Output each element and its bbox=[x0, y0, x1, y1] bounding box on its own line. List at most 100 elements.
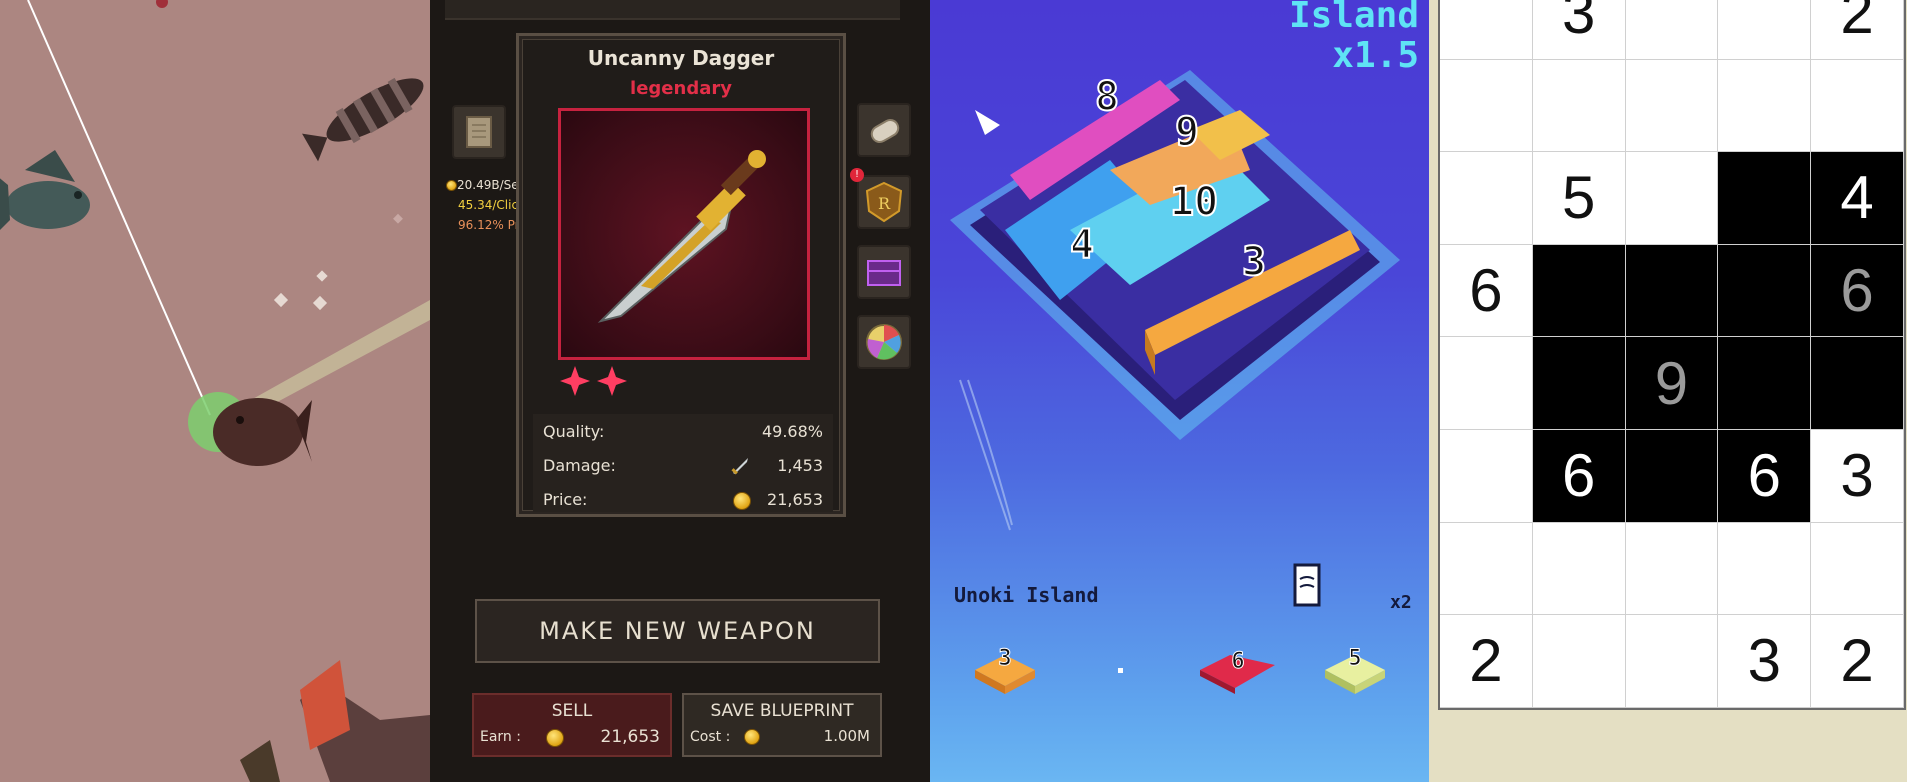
wheel-button[interactable] bbox=[857, 315, 911, 369]
save-cost-amount: 1.00M bbox=[823, 727, 870, 745]
ticket-count: x2 bbox=[1390, 592, 1412, 613]
wake-line bbox=[959, 379, 1011, 531]
rune-button[interactable]: R bbox=[857, 175, 911, 229]
puzzle-cell[interactable] bbox=[1625, 59, 1719, 153]
puzzle-cell[interactable] bbox=[1811, 522, 1904, 616]
sell-button[interactable]: SELL Earn : 21,653 bbox=[472, 693, 672, 757]
puzzle-cell[interactable]: 6 bbox=[1440, 244, 1533, 338]
fishing-game-panel bbox=[0, 0, 430, 782]
island-title-line2: x1.5 bbox=[1332, 35, 1419, 76]
puzzle-cell[interactable] bbox=[1440, 152, 1533, 245]
income-per-sec: 20.49B/Sec bbox=[457, 178, 526, 192]
puzzle-cell[interactable] bbox=[1625, 615, 1719, 708]
puzzle-cell[interactable] bbox=[1440, 429, 1533, 523]
item-name: Uncanny Dagger bbox=[587, 46, 775, 70]
item-image-frame bbox=[558, 108, 810, 360]
stat-label: Damage: bbox=[543, 456, 616, 475]
puzzle-cell[interactable] bbox=[1440, 337, 1533, 430]
forge-game-panel: 20.49B/Sec 45.34/Click 96.12% Profit Unc… bbox=[430, 0, 930, 782]
puzzle-cell[interactable] bbox=[1532, 244, 1626, 338]
islet-2: 6 bbox=[1200, 649, 1275, 694]
number-puzzle-panel: 3254669663232 bbox=[1429, 0, 1907, 782]
stat-quality: Quality: 49.68% bbox=[537, 416, 831, 448]
puzzle-cell[interactable] bbox=[1718, 152, 1812, 245]
stat-damage: Damage: 1,453 bbox=[537, 450, 831, 482]
puzzle-cell[interactable] bbox=[1440, 522, 1533, 616]
puzzle-cell[interactable] bbox=[1718, 337, 1812, 430]
sword-icon bbox=[729, 455, 751, 481]
make-new-weapon-button[interactable]: MAKE NEW WEAPON bbox=[475, 599, 880, 663]
sailboat-icon bbox=[975, 110, 1000, 135]
puzzle-cell[interactable] bbox=[1718, 0, 1812, 60]
puzzle-cell[interactable]: 6 bbox=[1718, 429, 1812, 523]
star-icon bbox=[597, 366, 627, 396]
puzzle-cell[interactable] bbox=[1811, 337, 1904, 430]
red-dot bbox=[156, 0, 168, 8]
puzzle-cell[interactable]: 6 bbox=[1811, 244, 1904, 338]
puzzle-cell[interactable]: 2 bbox=[1811, 0, 1904, 60]
sell-title: SELL bbox=[551, 701, 593, 721]
coin-icon bbox=[446, 180, 457, 191]
puzzle-cell[interactable]: 3 bbox=[1718, 615, 1812, 708]
save-blueprint-button[interactable]: SAVE BLUEPRINT Cost : 1.00M bbox=[682, 693, 882, 757]
stat-value: 21,653 bbox=[767, 490, 823, 509]
puzzle-cell[interactable] bbox=[1532, 59, 1626, 153]
building-label: 8 bbox=[1095, 74, 1119, 120]
building-label: 3 bbox=[1242, 239, 1266, 285]
item-rarity: legendary bbox=[630, 78, 732, 99]
puzzle-grid: 3254669663232 bbox=[1438, 0, 1906, 710]
caught-fish-eye bbox=[236, 416, 244, 424]
coin-icon bbox=[546, 729, 564, 747]
puzzle-cell[interactable] bbox=[1625, 152, 1719, 245]
islet-label: 3 bbox=[998, 646, 1011, 671]
puzzle-cell[interactable] bbox=[1625, 522, 1719, 616]
puzzle-cell[interactable]: 9 bbox=[1625, 337, 1719, 430]
islet-label: 6 bbox=[1231, 649, 1244, 674]
island-multiplier-title: Island x1.5 bbox=[1289, 0, 1419, 76]
puzzle-cell[interactable]: 6 bbox=[1532, 429, 1626, 523]
puzzle-cell[interactable] bbox=[1532, 615, 1626, 708]
ticket-icon bbox=[1293, 563, 1321, 607]
bubble-1 bbox=[273, 292, 289, 308]
puzzle-cell[interactable] bbox=[1811, 59, 1904, 153]
puzzle-cell[interactable]: 2 bbox=[1440, 615, 1533, 708]
islet-label: 5 bbox=[1348, 646, 1361, 671]
marker-dot bbox=[1118, 668, 1123, 673]
save-title: SAVE BLUEPRINT bbox=[710, 701, 854, 721]
sell-earn-label: Earn : bbox=[480, 729, 521, 745]
rarity-stars bbox=[560, 366, 627, 396]
chest-button[interactable] bbox=[857, 245, 911, 299]
sell-amount: 21,653 bbox=[600, 727, 660, 747]
rune-shield-icon: R bbox=[865, 181, 903, 223]
puzzle-cell[interactable]: 3 bbox=[1811, 429, 1904, 523]
puzzle-cell[interactable] bbox=[1718, 522, 1812, 616]
puzzle-cell[interactable]: 2 bbox=[1811, 615, 1904, 708]
green-fish bbox=[6, 181, 90, 229]
magic-chest-icon bbox=[867, 260, 901, 286]
striped-fish bbox=[302, 77, 424, 162]
islet-3: 5 bbox=[1325, 646, 1385, 694]
building-label: 9 bbox=[1175, 109, 1199, 155]
puzzle-cell[interactable] bbox=[1440, 0, 1533, 60]
scroll-button[interactable] bbox=[452, 105, 506, 159]
item-card: Uncanny Dagger legendary Quality: 49.68%… bbox=[516, 33, 846, 517]
puzzle-cell[interactable] bbox=[1440, 59, 1533, 153]
island-title-line1: Island bbox=[1288, 0, 1419, 36]
puzzle-cell[interactable] bbox=[1532, 522, 1626, 616]
island-scene: 8 9 10 4 3 3 6 5 bbox=[950, 70, 1400, 694]
puzzle-cell[interactable]: 4 bbox=[1811, 152, 1904, 245]
stat-price: Price: 21,653 bbox=[537, 484, 831, 516]
rolled-scroll-icon bbox=[870, 119, 900, 143]
puzzle-cell[interactable] bbox=[1718, 244, 1812, 338]
puzzle-cell[interactable] bbox=[1532, 337, 1626, 430]
stat-value: 1,453 bbox=[777, 456, 823, 475]
puzzle-cell[interactable] bbox=[1718, 59, 1812, 153]
puzzle-cell[interactable]: 3 bbox=[1532, 0, 1626, 60]
puzzle-cell[interactable] bbox=[1625, 0, 1719, 60]
blueprint-scroll-button[interactable] bbox=[857, 103, 911, 157]
green-fish-eye bbox=[74, 191, 82, 199]
scroll-icon bbox=[466, 116, 492, 148]
puzzle-cell[interactable] bbox=[1625, 244, 1719, 338]
puzzle-cell[interactable] bbox=[1625, 429, 1719, 523]
puzzle-cell[interactable]: 5 bbox=[1532, 152, 1626, 245]
